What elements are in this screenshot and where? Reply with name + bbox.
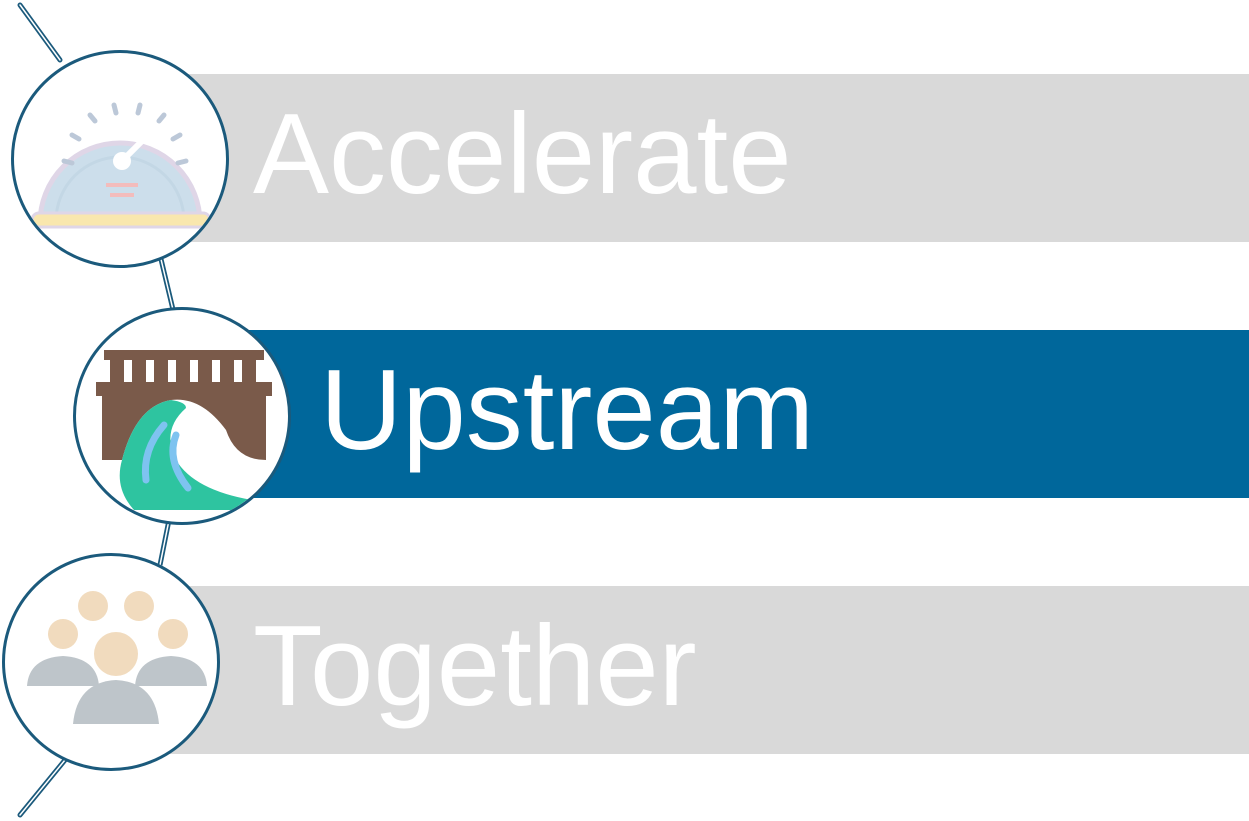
step-label-accelerate: Accelerate	[253, 91, 792, 218]
step-label-upstream: Upstream	[320, 347, 815, 474]
speedometer-icon	[11, 50, 229, 268]
bridge-river-icon	[73, 307, 291, 525]
step-label-together: Together	[253, 603, 697, 730]
step-diagram: Accelerate Upstream Together	[0, 0, 1249, 821]
group-people-icon	[2, 553, 220, 771]
